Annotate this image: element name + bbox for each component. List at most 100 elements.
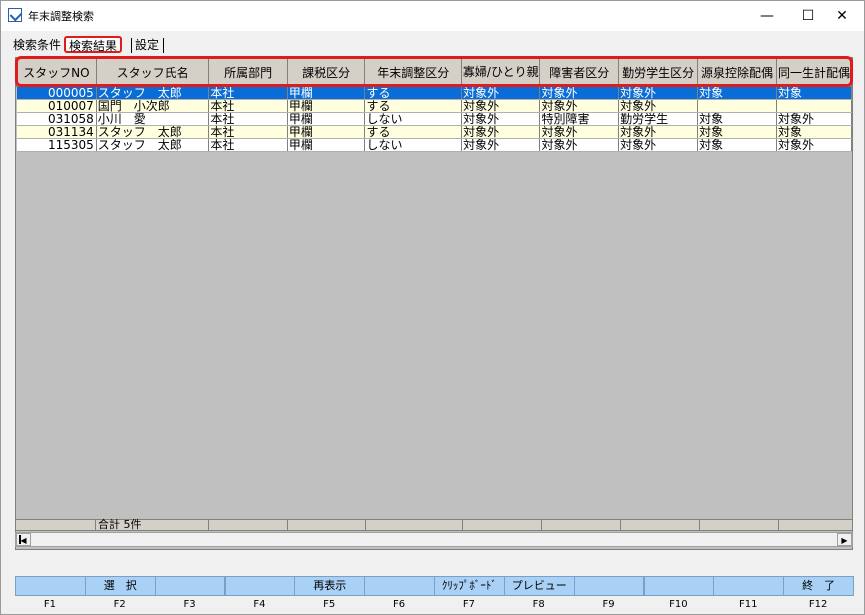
results-table: スタッフNO スタッフ氏名 所属部門 課税区分 年末調整区分 寡婦/ひとり親 障害者区分 勤労… [16,58,852,152]
horizontal-scrollbar[interactable]: ◀ ▶ [15,532,853,547]
table-row[interactable]: 115305 スタッフ 太郎 本社 甲欄 しない 対象外 対象外 対象外 対象 対象外 [16,138,852,152]
fkey-button-f6[interactable] [364,576,435,596]
table-cell: 031134 [16,125,97,139]
total-cell [699,519,779,531]
tab-search-results[interactable]: 検索結果 [64,36,123,53]
total-cell [15,519,96,531]
fkey-button-f7[interactable]: ｸﾘｯﾌﾟﾎﾞｰﾄﾞ [434,576,505,596]
table-row[interactable]: 031134 スタッフ 太郎 本社 甲欄 する 対象外 対象外 対象外 対象 対象 [16,125,852,139]
tab-separator [163,38,164,53]
table-cell: 対象外 [539,86,620,100]
tab-separator [131,38,132,53]
total-count: 合計 5件 [95,519,209,531]
close-button[interactable]: ✕ [819,1,865,31]
fkey-button-f8[interactable]: プレビュー [503,576,575,596]
table-cell: 対象外 [539,138,620,152]
table-row[interactable]: 000005 スタッフ 太郎 本社 甲欄 する 対象外 対象外 対象外 対象 対象 [16,86,852,100]
table-cell [776,99,852,113]
table-cell: 勤労学生 [618,112,699,126]
column-header[interactable]: 年末調整区分 [364,58,463,87]
table-cell: スタッフ 太郎 [96,86,210,100]
fkey-button-f11[interactable] [713,576,785,596]
scroll-thumb[interactable] [19,535,21,544]
table-cell: 対象外 [618,125,699,139]
scroll-right-icon[interactable]: ▶ [837,533,852,546]
table-cell: 対象 [697,125,777,139]
fkey-label: F8 [532,599,545,610]
total-cell [620,519,700,531]
table-cell: 対象 [776,125,852,139]
window-title: 年末調整検索 [28,10,94,23]
total-cell [208,519,288,531]
total-cell [778,519,853,531]
fkey-label: F3 [183,599,196,610]
table-cell: しない [364,138,463,152]
column-header[interactable]: 所属部門 [208,58,288,87]
table-row[interactable]: 010007 国門 小次郎 本社 甲欄 する 対象外 対象外 対象外 [16,99,852,113]
table-cell: する [364,125,463,139]
table-cell: 甲欄 [287,99,366,113]
table-cell: 甲欄 [287,86,366,100]
function-key-bar: 選 択 再表示 ｸﾘｯﾌﾟﾎﾞｰﾄﾞ プレビュー 終 了 [15,576,854,596]
table-row[interactable]: 031058 小川 愛本社 甲欄 しない 対象外 特別障害 勤労学生 対象 対象外 [16,112,852,126]
table-cell: 対象外 [618,86,699,100]
table-cell: 対象外 [461,112,541,126]
table-cell: 対象外 [461,99,541,113]
fkey-label: F7 [462,599,475,610]
table-cell: 対象外 [539,99,620,113]
table-cell: 甲欄 [287,138,366,152]
column-header[interactable]: 源泉控除配偶 [697,58,777,87]
column-header[interactable]: 同一生計配偶 [775,58,852,87]
table-cell: 000005 [16,86,97,100]
table-cell: 本社 [208,112,288,126]
app-icon [8,8,22,22]
header-row: スタッフNO スタッフ氏名 所属部門 課税区分 年末調整区分 寡婦/ひとり親 障害者区分 勤労… [16,58,852,87]
column-header[interactable]: 課税区分 [286,58,366,87]
table-cell: 対象 [697,138,777,152]
fkey-label: F1 [43,599,56,610]
fkey-label: F4 [253,599,266,610]
column-header[interactable]: スタッフNO [16,58,97,87]
table-cell: 甲欄 [287,125,366,139]
table-cell: 対象外 [776,112,852,126]
fkey-button-f3[interactable] [154,576,226,596]
tab-settings[interactable]: 設定 [135,37,159,54]
table-cell: 対象外 [461,125,541,139]
table-cell: スタッフ 太郎 [96,125,210,139]
table-cell: 本社 [208,99,288,113]
fkey-label: F9 [602,599,615,610]
fkey-button-f9[interactable] [573,576,645,596]
total-cell [287,519,366,531]
table-cell: しない [364,112,463,126]
title-bar: 年末調整検索 — ☐ ✕ [1,1,864,31]
table-cell: 対象外 [776,138,852,152]
fkey-button-f4[interactable] [224,576,296,596]
fkey-button-f12[interactable]: 終 了 [783,576,854,596]
fkey-button-f1[interactable] [15,576,86,596]
table-cell: 対象 [776,86,852,100]
fkey-label: F10 [669,599,688,610]
table-cell: 本社 [208,125,288,139]
column-header[interactable]: 障害者区分 [539,58,620,87]
fkey-label: F11 [739,599,758,610]
column-header[interactable]: 勤労学生区分 [618,58,699,87]
fkey-label: F6 [393,599,406,610]
fkey-button-f5[interactable]: 再表示 [294,576,366,596]
table-cell: 対象 [697,112,777,126]
fkey-label: F12 [808,599,828,610]
app-window: 年末調整検索 — ☐ ✕ 検索条件 検索結果 設定 スタッフNO スタッフ氏名 所属… [0,0,865,615]
table-cell [697,99,777,113]
fkey-button-f10[interactable] [643,576,715,596]
table-cell: 031058 [16,112,97,126]
column-header[interactable]: 寡婦/ひとり親 [461,58,541,87]
table-cell: する [364,99,463,113]
tab-search-conditions[interactable]: 検索条件 [13,37,61,54]
fkey-button-f2[interactable]: 選 択 [84,576,156,596]
table-cell: 甲欄 [287,112,366,126]
function-key-labels: F1 F2 F3 F4 F5 F6 F7 F8 F9 F10 F11 F12 [15,599,853,611]
table-cell: 対象外 [461,86,541,100]
table-cell: 115305 [16,138,97,152]
results-grid[interactable]: スタッフNO スタッフ氏名 所属部門 課税区分 年末調整区分 寡婦/ひとり親 障害者区分 勤労… [15,57,853,550]
minimize-button[interactable]: — [744,1,790,31]
column-header[interactable]: スタッフ氏名 [95,58,210,87]
